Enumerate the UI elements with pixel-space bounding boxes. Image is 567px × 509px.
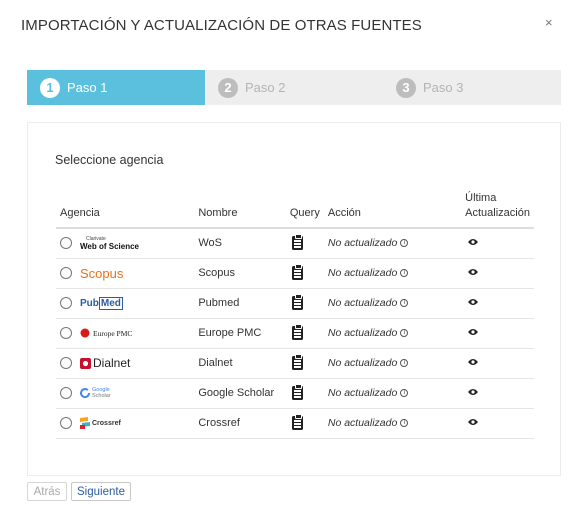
header-last-update-line2: Actualización [465,207,530,219]
header-name: Nombre [194,187,286,229]
info-icon[interactable]: i [400,299,409,307]
eye-icon[interactable] [468,327,479,339]
eye-icon[interactable] [468,357,479,369]
info-icon[interactable]: i [400,389,409,397]
panel-heading: Seleccione agencia [55,153,164,167]
wos-logo: Clarivate Web of Science [80,234,139,252]
status-text: No actualizado [327,327,398,339]
agency-name: Pubmed [194,288,286,319]
crossref-logo-icon [80,417,90,429]
clipboard-icon[interactable] [291,294,303,310]
info-icon[interactable]: i [400,329,409,337]
info-icon[interactable]: i [400,269,409,277]
clipboard-icon[interactable] [291,234,303,251]
europepmc-logo: Europe PMC [80,324,132,342]
eye-icon[interactable] [468,237,479,249]
agency-radio-wos[interactable] [60,237,72,250]
agency-name: WoS [194,228,286,259]
step-2-label: Paso 2 [245,80,286,95]
header-query: Query [285,187,324,229]
agency-radio-google-scholar[interactable] [60,387,72,399]
agency-name: Crossref [194,408,286,439]
status-text: No actualizado [327,237,398,250]
table-row: Clarivate Web of Science WoS No actualiz… [56,228,534,259]
back-button[interactable]: Atrás [27,482,67,501]
status-text: No actualizado [327,357,398,369]
europepmc-logo-text: Europe PMC [93,328,133,338]
header-last-update: Última Actualización [461,187,534,229]
header-last-update-line1: Última [465,192,497,204]
status-text: No actualizado [327,267,398,279]
eye-icon[interactable] [468,297,479,309]
eye-icon[interactable] [468,267,479,279]
clipboard-icon[interactable] [291,384,303,400]
step-1-label: Paso 1 [67,80,108,95]
crossref-logo-text: Crossref [92,419,121,427]
table-header-row: Agencia Nombre Query Acción Última Actua… [56,187,534,229]
status-text: No actualizado [327,417,398,429]
agency-name: Google Scholar [194,378,286,409]
agency-radio-europepmc[interactable] [60,327,72,339]
eye-icon[interactable] [468,417,479,429]
agency-radio-scopus[interactable] [60,267,72,279]
agency-panel: Seleccione agencia Agencia Nombre Query … [27,122,561,476]
status-text: No actualizado [327,387,398,399]
pubmed-logo-b: Med [98,296,123,310]
agency-name: Scopus [194,258,286,289]
info-icon[interactable]: i [400,239,409,248]
table-row: Dialnet Dialnet No actualizado i [56,348,534,379]
pubmed-logo: Pub Med [80,294,123,312]
modal-title: IMPORTACIÓN Y ACTUALIZACIÓN DE OTRAS FUE… [21,17,422,34]
table-row: Europe PMC Europe PMC No actualizado i [56,318,534,349]
google-scholar-logo-icon [80,388,90,398]
clipboard-icon[interactable] [291,324,303,340]
table-row: Google Scholar Google Scholar No actuali… [56,378,534,409]
status-text: No actualizado [327,297,398,309]
dialnet-logo-text: Dialnet [93,356,131,370]
info-icon[interactable]: i [400,419,409,427]
stepper: 1 Paso 1 2 Paso 2 3 Paso 3 [27,70,561,105]
header-agency: Agencia [56,187,195,229]
google-scholar-logo: Google Scholar [80,384,111,402]
step-2[interactable]: 2 Paso 2 [205,70,383,105]
header-action: Acción [323,187,462,229]
clipboard-icon[interactable] [291,354,303,370]
pubmed-logo-a: Pub [80,297,99,309]
agency-radio-crossref[interactable] [60,417,72,429]
europepmc-logo-icon [80,328,90,338]
clipboard-icon[interactable] [291,264,303,280]
wos-logo-text: Web of Science [80,241,139,251]
step-1-number: 1 [40,77,60,98]
step-1[interactable]: 1 Paso 1 [27,70,205,105]
crossref-logo: Crossref [80,414,121,432]
dialnet-logo: Dialnet [80,354,130,372]
close-icon[interactable]: × [545,15,553,30]
next-button[interactable]: Siguiente [71,482,131,501]
agency-radio-dialnet[interactable] [60,357,72,369]
agency-name: Dialnet [194,348,286,379]
agency-name: Europe PMC [194,318,286,349]
step-3-number: 3 [396,77,416,98]
eye-icon[interactable] [468,387,479,399]
clipboard-icon[interactable] [291,414,303,430]
step-3[interactable]: 3 Paso 3 [383,70,561,105]
step-2-number: 2 [218,77,238,98]
google-scholar-logo-b: Scholar [92,393,111,399]
step-3-label: Paso 3 [423,80,464,95]
dialnet-logo-icon [80,357,91,369]
table-row: Crossref Crossref No actualizado i [56,408,534,439]
table-row: Pub Med Pubmed No actualizado i [56,288,534,319]
agency-table: Agencia Nombre Query Acción Última Actua… [56,187,534,439]
info-icon[interactable]: i [400,359,409,367]
table-row: Scopus Scopus No actualizado i [56,258,534,289]
scopus-logo: Scopus [80,265,124,281]
agency-radio-pubmed[interactable] [60,297,72,309]
